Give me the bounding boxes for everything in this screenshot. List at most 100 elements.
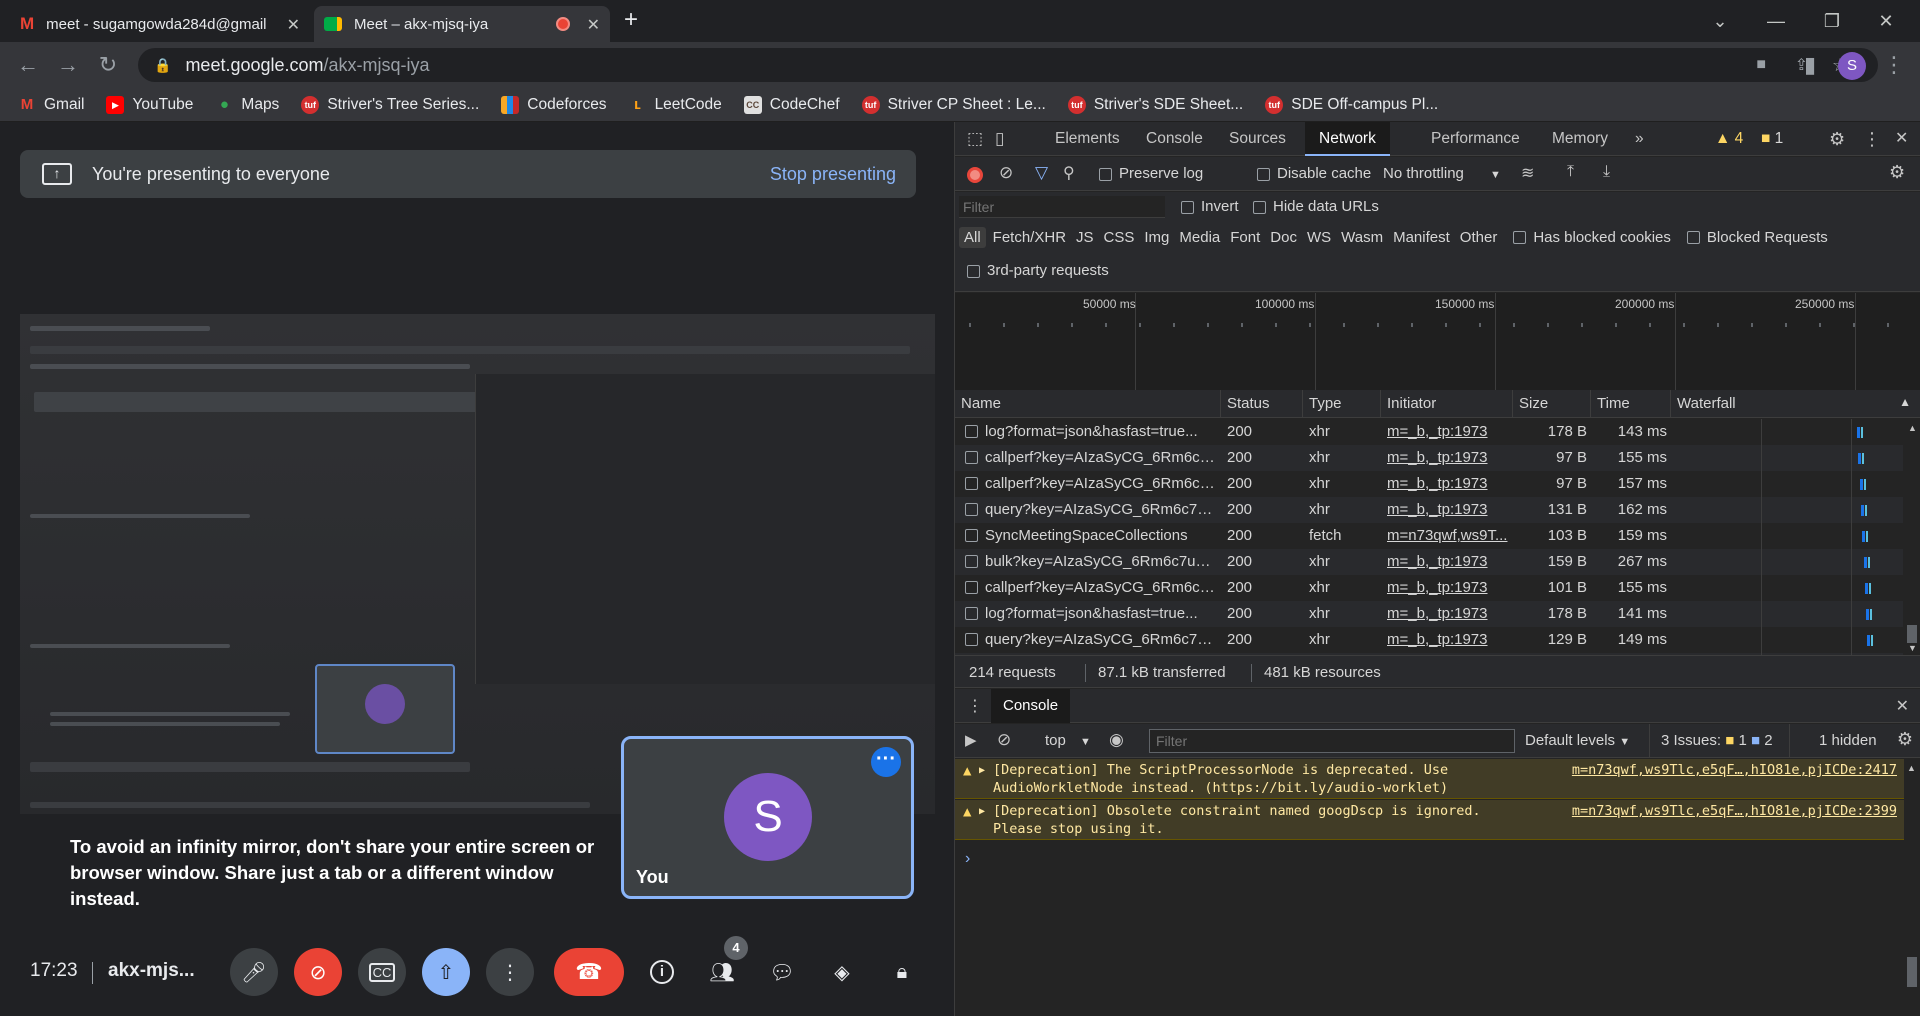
meeting-details-button[interactable]: i (638, 948, 686, 996)
bookmark-youtube[interactable]: ▶ YouTube (106, 95, 193, 114)
activities-button[interactable]: ◈ (818, 948, 866, 996)
tab-gmail[interactable]: M meet - sugamgowda284d@gmail.com ✕ (10, 6, 310, 42)
clear-icon[interactable]: ⊘ (999, 163, 1013, 183)
filter-icon[interactable]: ▽ (1035, 163, 1048, 183)
leave-call-button[interactable]: ☎︎ (554, 948, 624, 996)
network-settings-icon[interactable]: ⚙ (1889, 162, 1905, 183)
tab-sources[interactable]: Sources (1229, 122, 1286, 156)
camera-icon[interactable]: ■ (1756, 56, 1766, 74)
bookmark-codeforces[interactable]: Codeforces (501, 95, 607, 114)
chat-button[interactable]: 💬︎ (758, 948, 806, 996)
live-expression-eye-icon[interactable]: ◉ (1109, 730, 1124, 750)
type-filter-manifest[interactable]: Manifest (1393, 229, 1450, 246)
type-filter-media[interactable]: Media (1179, 229, 1220, 246)
inspect-element-icon[interactable]: ⬚ (967, 122, 983, 156)
close-window-icon[interactable]: ✕ (1866, 8, 1906, 34)
col-name[interactable]: Name (955, 390, 1221, 418)
col-waterfall[interactable]: Waterfall (1671, 390, 1920, 418)
warning-source-link[interactable]: m=n73qwf,ws9Tlc,e5qF…,hIO81e,pjICDe:2399 (1572, 802, 1897, 820)
network-conditions-icon[interactable]: ≋ (1521, 163, 1534, 183)
clear-console-icon[interactable]: ⊘ (997, 730, 1011, 750)
more-tabs-icon[interactable]: » (1635, 122, 1644, 156)
console-prompt[interactable]: › (965, 850, 970, 868)
cell-initiator[interactable]: m=_b,_tp:1973 (1387, 627, 1509, 653)
host-controls-button[interactable]: 🔒︎ (878, 948, 926, 996)
reload-icon[interactable]: ↻ (94, 52, 122, 78)
bookmark-leetcode[interactable]: ʟ LeetCode (629, 96, 722, 114)
console-scrollbar[interactable]: ▲ (1904, 759, 1920, 1016)
type-filter-js[interactable]: JS (1076, 229, 1094, 246)
preserve-log-checkbox[interactable]: Preserve log (1099, 165, 1203, 182)
menu-icon[interactable]: ⋮ (1880, 52, 1908, 78)
tab-elements[interactable]: Elements (1055, 122, 1120, 156)
network-overview-timeline[interactable]: 50000 ms 100000 ms 150000 ms 200000 ms 2… (955, 293, 1920, 391)
bookmark-codechef[interactable]: CC CodeChef (743, 95, 840, 114)
more-options-button[interactable]: ⋮ (486, 948, 534, 996)
more-vert-icon[interactable]: ⋮ (1863, 122, 1881, 156)
cell-initiator[interactable]: m=_b,_tp:1973 (1387, 575, 1509, 601)
type-filter-img[interactable]: Img (1144, 229, 1169, 246)
cell-initiator[interactable]: m=n73qwf,ws9T... (1387, 523, 1509, 549)
bookmark-striver-sde[interactable]: tuf Striver's SDE Sheet... (1067, 95, 1243, 114)
has-blocked-cookies-checkbox[interactable]: Has blocked cookies (1513, 229, 1671, 246)
col-type[interactable]: Type (1303, 390, 1381, 418)
self-video-tile[interactable]: S You ··· (621, 736, 914, 899)
import-har-icon[interactable]: ⤒ (1567, 163, 1574, 181)
type-filter-other[interactable]: Other (1460, 229, 1498, 246)
cell-initiator[interactable]: m=_b,_tp:1973 (1387, 471, 1509, 497)
col-status[interactable]: Status (1221, 390, 1303, 418)
type-filter-font[interactable]: Font (1230, 229, 1260, 246)
blocked-requests-checkbox[interactable]: Blocked Requests (1686, 229, 1828, 246)
drawer-tab-console[interactable]: Console (991, 689, 1071, 723)
tile-more-options-icon[interactable]: ··· (871, 747, 901, 777)
type-filter-ws[interactable]: WS (1307, 229, 1331, 246)
tab-memory[interactable]: Memory (1552, 122, 1608, 156)
cell-initiator[interactable]: m=_b,_tp:1973 (1387, 445, 1509, 471)
warnings-counter[interactable]: ▲ 4 (1715, 122, 1743, 156)
drawer-menu-icon[interactable]: ⋮ (967, 696, 983, 716)
cell-initiator[interactable]: m=_b,_tp:1973 (1387, 419, 1509, 445)
bookmark-striver-cp[interactable]: tuf Striver CP Sheet : Le... (861, 95, 1046, 114)
close-devtools-icon[interactable]: ✕ (1895, 122, 1908, 156)
tab-network[interactable]: Network (1305, 122, 1390, 156)
address-bar[interactable]: 🔒 meet.google.com /akx-mjsq-iya ■ ⇪ ☆ (138, 48, 1878, 82)
col-size[interactable]: Size (1513, 390, 1591, 418)
bookmark-striver-tree[interactable]: tuf Striver's Tree Series... (301, 95, 479, 114)
restore-icon[interactable]: ❐ (1812, 8, 1852, 34)
bookmark-sde-offcampus[interactable]: tuf SDE Off-campus Pl... (1265, 95, 1438, 114)
back-icon[interactable]: ← (14, 52, 42, 78)
new-tab-icon[interactable]: + (624, 6, 638, 34)
side-panel-icon[interactable]: ▮ (1796, 52, 1824, 78)
network-filter-input[interactable] (959, 196, 1165, 218)
forward-icon[interactable]: → (54, 52, 82, 78)
console-settings-icon[interactable]: ⚙ (1897, 729, 1913, 750)
type-filter-all[interactable]: All (959, 226, 986, 248)
tab-meet[interactable]: Meet – akx-mjsq-iya ✕ (314, 6, 610, 42)
type-filter-fetch-xhr[interactable]: Fetch/XHR (993, 229, 1066, 246)
camera-off-button[interactable]: ⊘ (294, 948, 342, 996)
type-filter-wasm[interactable]: Wasm (1341, 229, 1383, 246)
disable-cache-checkbox[interactable]: Disable cache (1257, 165, 1371, 182)
close-drawer-icon[interactable]: ✕ (1896, 696, 1909, 716)
record-icon[interactable] (967, 167, 983, 183)
tab-search-icon[interactable]: ⌄ (1700, 8, 1740, 34)
device-toolbar-icon[interactable]: ▯ (995, 122, 1004, 156)
settings-gear-icon[interactable]: ⚙ (1829, 122, 1845, 156)
captions-button[interactable]: CC (358, 948, 406, 996)
console-filter-input[interactable] (1149, 729, 1515, 753)
warning-source-link[interactable]: m=n73qwf,ws9Tlc,e5qF…,hIO81e,pjICDe:2417 (1572, 761, 1897, 779)
expand-arrow-icon[interactable]: ▶ (979, 762, 985, 780)
col-initiator[interactable]: Initiator (1381, 390, 1513, 418)
expand-arrow-icon[interactable]: ▶ (979, 803, 985, 821)
default-levels-select[interactable]: Default levels ▼ (1525, 732, 1630, 749)
profile-avatar[interactable]: S (1838, 52, 1866, 80)
search-icon[interactable]: ⚲ (1063, 163, 1075, 183)
col-time[interactable]: Time (1591, 390, 1671, 418)
console-issues-button[interactable]: 3 Issues: ■ 1 ■ 2 (1661, 732, 1773, 749)
issues-counter[interactable]: ■ 1 (1761, 122, 1783, 156)
type-filter-css[interactable]: CSS (1104, 229, 1135, 246)
cell-initiator[interactable]: m=_b,_tp:1973 (1387, 601, 1509, 627)
present-now-button[interactable]: ⇧ (422, 948, 470, 996)
microphone-button[interactable]: 🎤︎ (230, 948, 278, 996)
network-scrollbar[interactable]: ▲ ▼ (1904, 419, 1920, 655)
